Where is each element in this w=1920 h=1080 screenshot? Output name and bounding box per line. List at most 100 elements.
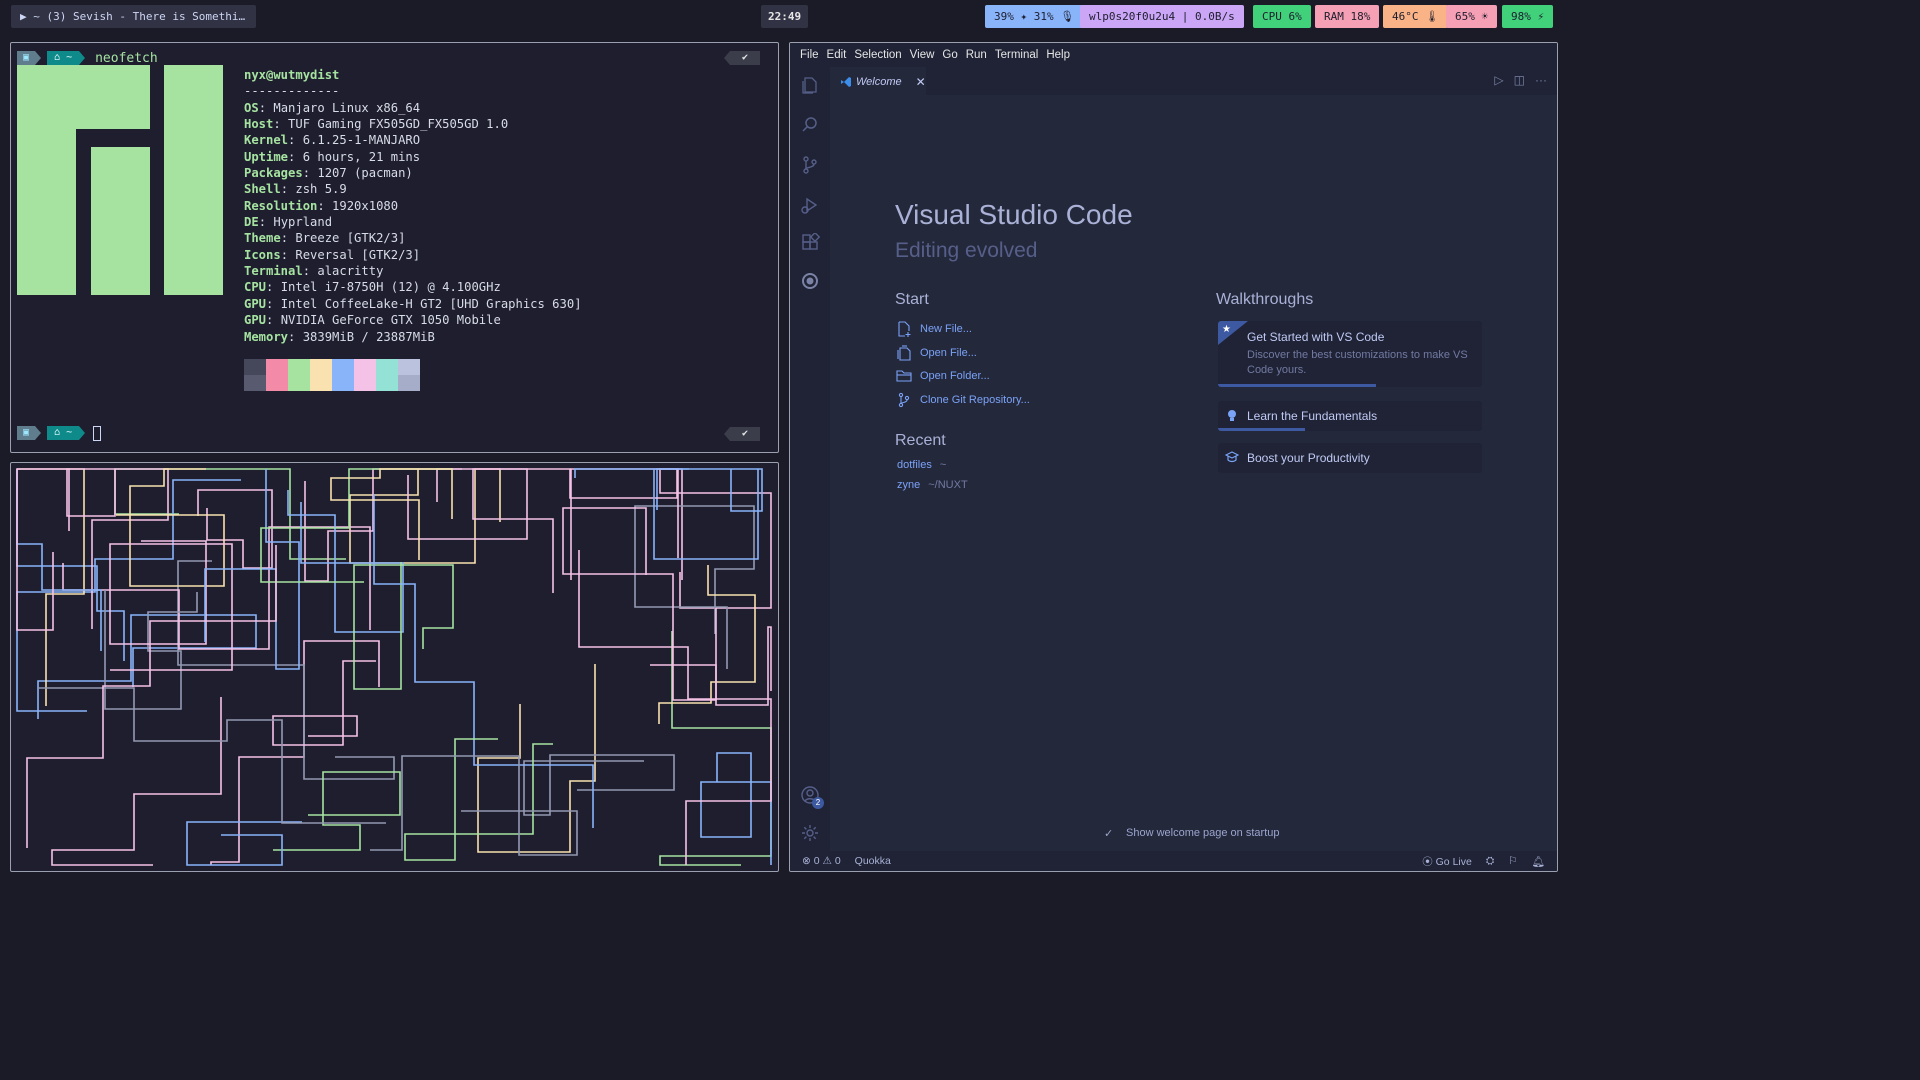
manjaro-logo-icon: [17, 65, 223, 295]
new-file-link[interactable]: New File...: [896, 321, 972, 337]
open-file-label: Open File...: [920, 347, 977, 359]
pipe-line: [114, 468, 346, 560]
ram-module[interactable]: RAM 18%: [1315, 5, 1380, 28]
walkthrough-description: Discover the best customizations to make…: [1247, 349, 1468, 376]
terminal-neofetch-window[interactable]: ▣ ⌂ ~ neofetch ✔ nyx@wutmydist ---------…: [10, 42, 779, 453]
info-line: GPU: NVIDIA GeForce GTX 1050 Mobile: [244, 312, 582, 328]
open-file-icon: [897, 345, 911, 361]
pipe-line: [523, 754, 675, 816]
copilot-icon[interactable]: ⛭: [1486, 855, 1494, 868]
open-file-link[interactable]: Open File...: [896, 345, 977, 361]
pipe-line: [407, 468, 528, 540]
extensions-icon[interactable]: [800, 233, 820, 253]
info-value: : 6.1.25-1-MANJARO: [288, 133, 421, 148]
palette-swatch: [310, 359, 332, 391]
run-icon[interactable]: ▷: [1494, 73, 1503, 87]
search-icon[interactable]: [800, 115, 820, 135]
recent-path: ~/NUXT: [928, 479, 968, 491]
menu-go[interactable]: Go: [938, 49, 961, 61]
open-folder-label: Open Folder...: [920, 370, 990, 382]
info-value: : Reversal [GTK2/3]: [280, 247, 421, 262]
info-value: : Hyprland: [258, 215, 333, 230]
clock[interactable]: 22:49: [761, 5, 809, 28]
terminal-pipes-window[interactable]: [10, 462, 779, 872]
show-welcome-checkbox[interactable]: ✓ Show welcome page on startup: [1104, 827, 1279, 840]
open-folder-link[interactable]: Open Folder...: [896, 368, 990, 384]
close-tab-icon[interactable]: ✕: [916, 75, 926, 89]
settings-gear-icon[interactable]: [800, 823, 820, 843]
quokka-icon[interactable]: [800, 271, 820, 291]
menu-file[interactable]: File: [796, 49, 823, 61]
pipe-line: [16, 469, 125, 661]
notifications-bell-icon[interactable]: 🔔︎: [1532, 855, 1545, 868]
source-control-icon[interactable]: [800, 155, 820, 175]
walkthrough-get-started[interactable]: ★ Get Started with VS Code Discover the …: [1218, 321, 1482, 387]
clone-git-link[interactable]: Clone Git Repository...: [896, 392, 1030, 408]
explorer-icon[interactable]: [800, 75, 820, 95]
palette-swatch: [376, 359, 398, 391]
info-value: : 6 hours, 21 mins: [288, 149, 421, 164]
info-label: Kernel: [244, 133, 289, 148]
run-debug-icon[interactable]: [800, 195, 820, 215]
menu-view[interactable]: View: [906, 49, 939, 61]
terminal-cursor[interactable]: [93, 425, 102, 441]
info-label: Packages: [244, 166, 303, 181]
go-live-button[interactable]: ⦿ Go Live: [1422, 854, 1472, 869]
menu-run[interactable]: Run: [962, 49, 991, 61]
temperature-module[interactable]: 46°C 🌡: [1383, 5, 1449, 28]
info-line: CPU: Intel i7-8750H (12) @ 4.100GHz: [244, 279, 582, 295]
info-line: Terminal: alacritty: [244, 263, 582, 279]
battery-module[interactable]: 98% ⚡: [1502, 5, 1554, 28]
audio-module[interactable]: 39% ✦ 31% 🎙: [985, 5, 1084, 28]
info-value: : Intel i7-8750H (12) @ 4.100GHz: [266, 280, 501, 295]
prompt-status-ok: ✔: [724, 427, 760, 441]
recent-name[interactable]: dotfiles: [897, 459, 932, 471]
menu-terminal[interactable]: Terminal: [991, 49, 1042, 61]
recent-name[interactable]: zyne: [897, 479, 920, 491]
info-value: : Intel CoffeeLake-H GT2 [UHD Graphics 6…: [266, 296, 582, 311]
palette-swatch: [354, 359, 376, 391]
walkthrough-title: Boost your Productivity: [1247, 451, 1370, 465]
pipe-line: [570, 468, 679, 580]
vscode-window[interactable]: File Edit Selection View Go Run Terminal Help 2…: [789, 42, 1558, 872]
menu-selection[interactable]: Selection: [850, 49, 905, 61]
pipe-line: [634, 505, 755, 669]
pipe-line: [17, 468, 85, 706]
recent-item[interactable]: dotfiles ~: [897, 459, 946, 471]
network-module[interactable]: wlp0s20f0u2u4 | 0.0B/s: [1080, 5, 1244, 28]
info-label: OS: [244, 100, 259, 115]
cpu-module[interactable]: CPU 6%: [1253, 5, 1311, 28]
welcome-subtitle: Editing evolved: [895, 239, 1038, 262]
recent-item[interactable]: zyne ~/NUXT: [897, 479, 968, 491]
more-actions-icon[interactable]: ···: [1535, 73, 1547, 87]
feedback-icon[interactable]: ⚐: [1508, 855, 1517, 867]
new-file-label: New File...: [920, 323, 972, 335]
quokka-status[interactable]: Quokka: [855, 855, 891, 867]
walkthrough-fundamentals[interactable]: Learn the Fundamentals: [1218, 401, 1482, 431]
media-player-module[interactable]: ▶ ~ (3) Sevish - There is Somethi…: [11, 5, 256, 28]
info-value: : alacritty: [302, 264, 384, 279]
info-line: Memory: 3839MiB / 23887MiB: [244, 329, 582, 345]
activity-bar: 2: [790, 67, 830, 853]
info-line: Theme: Breeze [GTK2/3]: [244, 230, 582, 246]
welcome-title: Visual Studio Code: [895, 199, 1133, 230]
tab-welcome[interactable]: Welcome ✕: [830, 67, 926, 95]
pipe-line: [273, 771, 401, 851]
editor-actions: ▷ ◫ ···: [1494, 73, 1547, 87]
walkthrough-progress: [1218, 384, 1377, 387]
info-label: Terminal: [244, 264, 303, 279]
menu-help[interactable]: Help: [1042, 49, 1074, 61]
lightbulb-icon: [1228, 410, 1236, 421]
top-bar: ▶ ~ (3) Sevish - There is Somethi… 22:49…: [0, 0, 1568, 34]
menu-edit[interactable]: Edit: [823, 49, 851, 61]
walkthrough-productivity[interactable]: Boost your Productivity: [1218, 443, 1482, 473]
recent-heading: Recent: [895, 432, 946, 449]
pipe-line: [16, 468, 70, 631]
checkmark-icon[interactable]: ✓: [1104, 827, 1116, 840]
split-editor-icon[interactable]: ◫: [1514, 73, 1525, 87]
info-separator: -------------: [244, 84, 340, 99]
info-label: Uptime: [244, 149, 289, 164]
problems-indicator[interactable]: ⊗ 0 ⚠ 0: [802, 855, 841, 867]
brightness-module[interactable]: 65% ☀: [1446, 5, 1498, 28]
pipe-line: [186, 821, 302, 866]
